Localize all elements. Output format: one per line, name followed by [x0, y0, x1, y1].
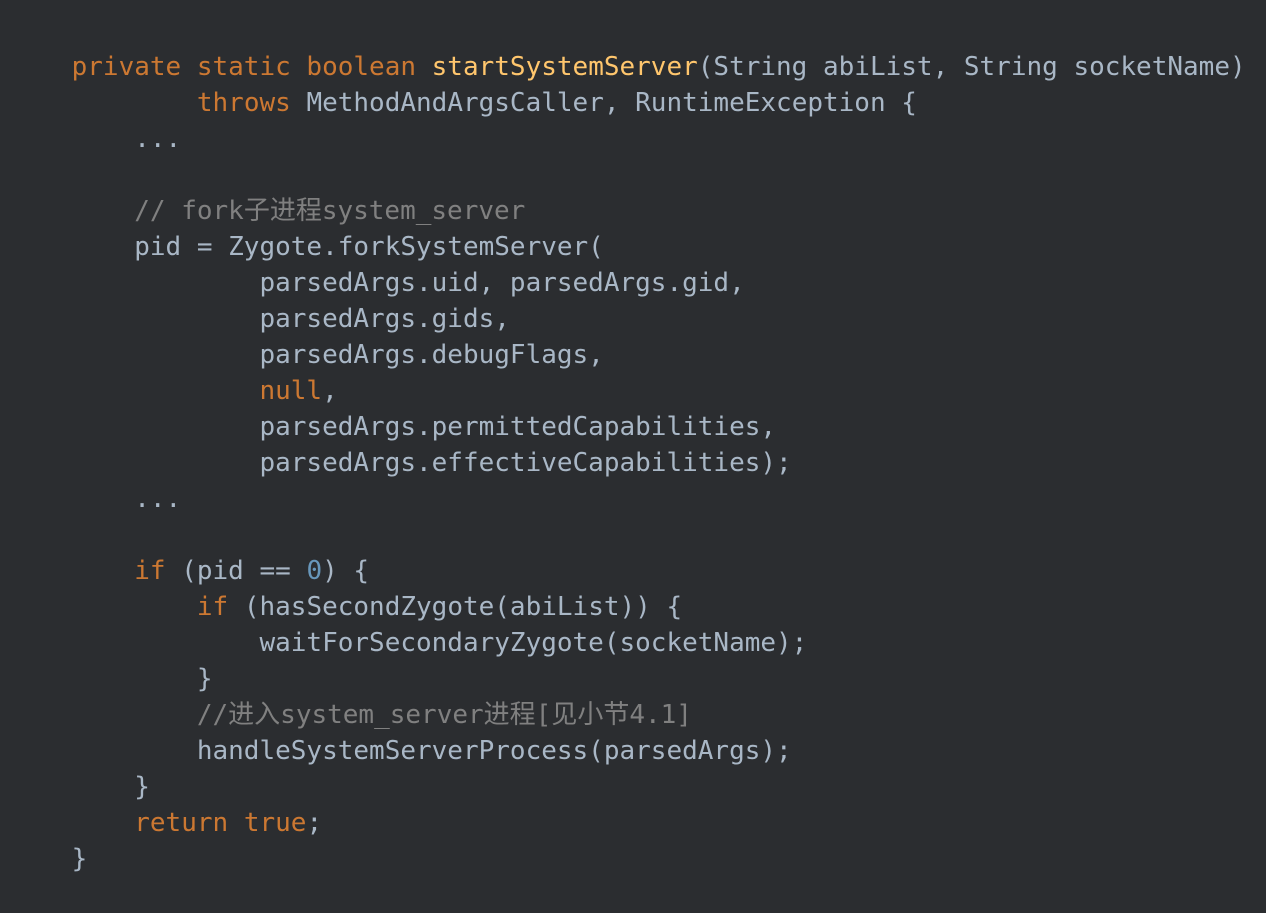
- code-token: MethodAndArgsCaller, RuntimeException {: [306, 88, 917, 118]
- code-line: ...: [9, 445, 181, 514]
- code-line: private static boolean startSystemServer…: [9, 13, 1246, 82]
- code-token: handleSystemServerProcess(parsedArgs);: [71, 736, 792, 766]
- code-token: return true: [134, 808, 307, 838]
- code-line: parsedArgs.uid, parsedArgs.gid,: [9, 229, 744, 298]
- code-line: parsedArgs.permittedCapabilities,: [9, 373, 776, 442]
- code-line: ...: [9, 85, 181, 154]
- code-token: ...: [71, 484, 182, 514]
- code-line: parsedArgs.effectiveCapabilities);: [9, 409, 791, 478]
- code-line: parsedArgs.debugFlags,: [9, 301, 603, 370]
- code-token: ...: [71, 124, 182, 154]
- code-line: throws MethodAndArgsCaller, RuntimeExcep…: [9, 49, 917, 118]
- code-token: }: [71, 844, 88, 874]
- code-line: waitForSecondaryZygote(socketName);: [9, 589, 807, 658]
- code-line: parsedArgs.gids,: [9, 265, 509, 334]
- code-line: if (pid == 0) {: [9, 517, 369, 586]
- code-line: null,: [9, 337, 337, 406]
- code-line: }: [9, 733, 150, 802]
- code-line: }: [9, 805, 88, 874]
- code-editor[interactable]: private static boolean startSystemServer…: [0, 0, 1266, 874]
- code-token: ;: [306, 808, 323, 838]
- code-line: //进入system_server进程[见小节4.1]: [9, 661, 692, 730]
- code-line: // fork子进程system_server: [9, 157, 525, 226]
- code-line: if (hasSecondZygote(abiList)) {: [9, 553, 682, 622]
- code-line: handleSystemServerProcess(parsedArgs);: [9, 697, 792, 766]
- code-line: return true;: [9, 769, 322, 838]
- code-line: }: [9, 625, 213, 694]
- code-token: throws: [196, 88, 307, 118]
- code-line: pid = Zygote.forkSystemServer(: [9, 193, 604, 262]
